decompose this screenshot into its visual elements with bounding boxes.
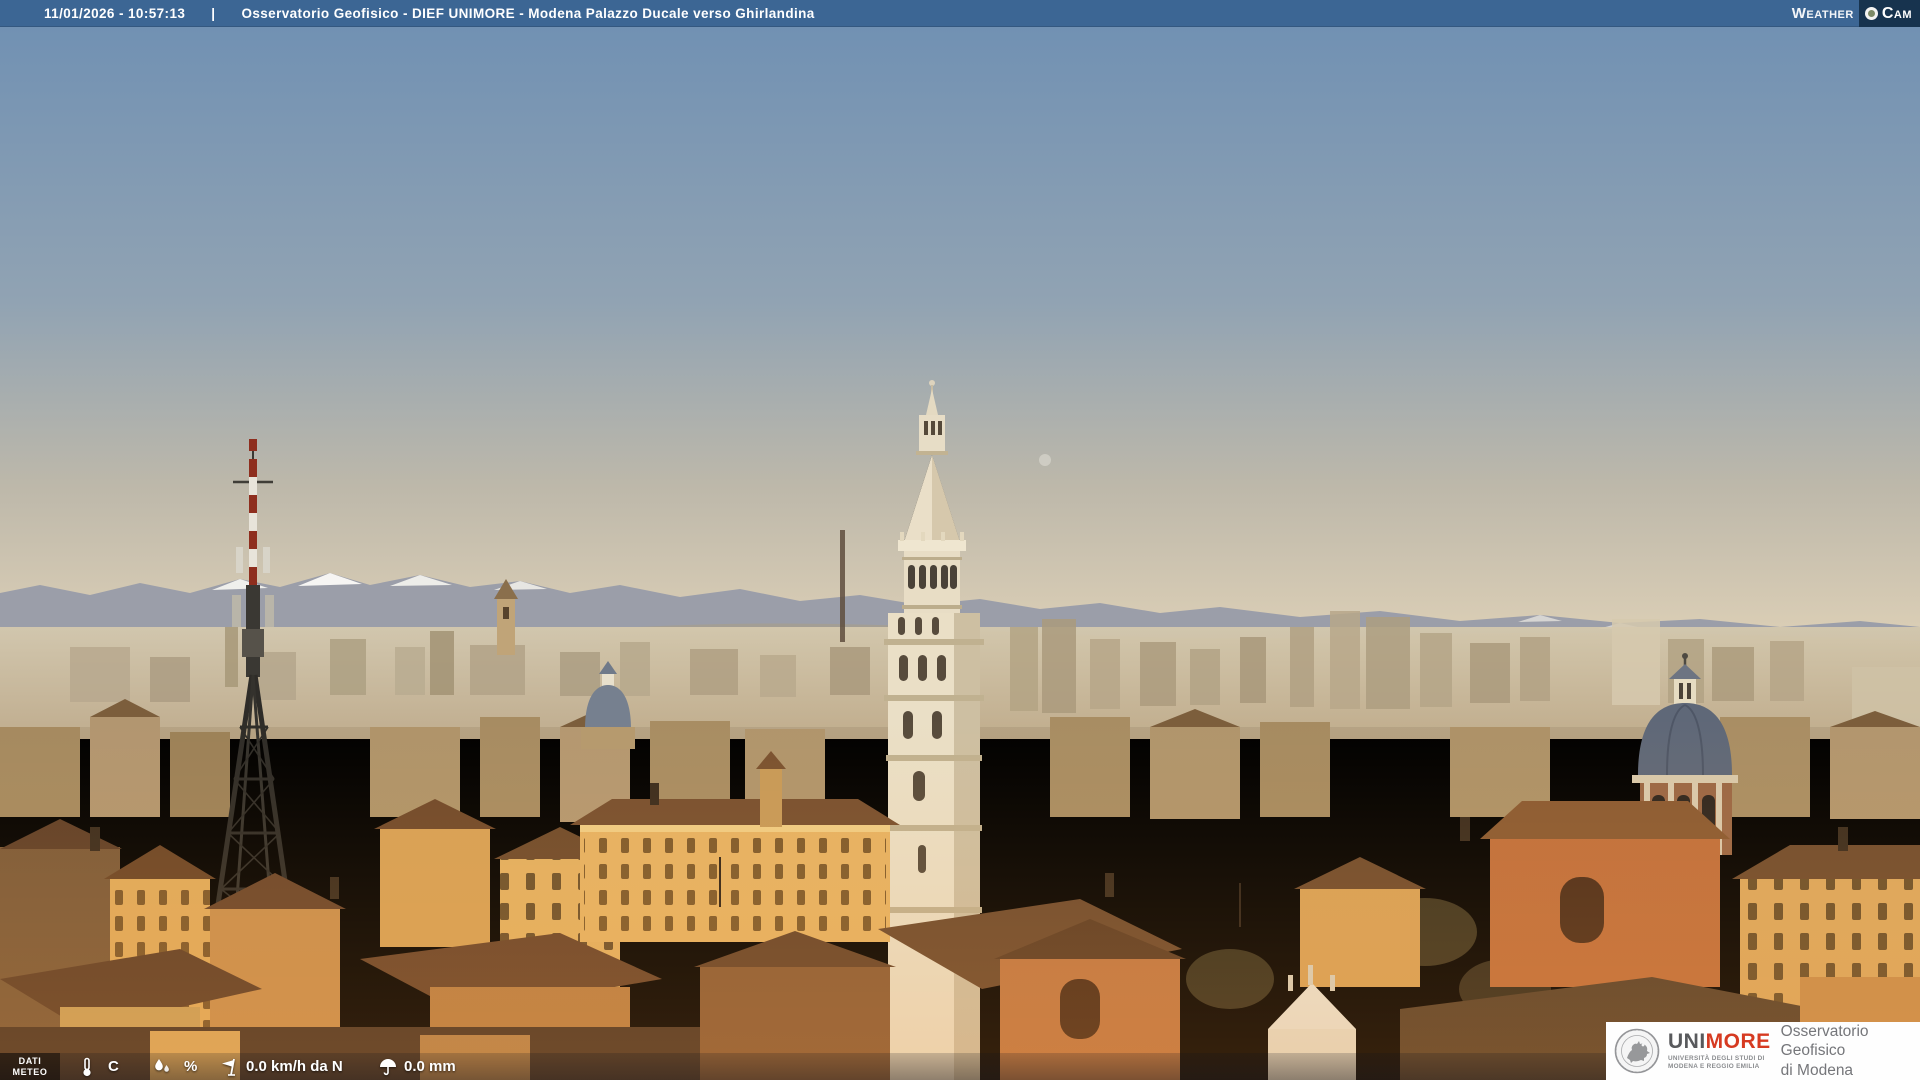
crescent-moon — [1039, 454, 1051, 466]
thermometer-icon — [83, 1057, 91, 1076]
weathercam-logo-cam-box: Cam — [1858, 0, 1920, 27]
unimore-crest-icon — [1614, 1028, 1660, 1074]
dati-meteo-label: DATI METEO — [0, 1053, 60, 1080]
weathercam-logo-cam: Cam — [1881, 4, 1912, 22]
humidity-unit: % — [184, 1058, 198, 1075]
umbrella-icon — [380, 1058, 396, 1075]
unimore-logo-box[interactable]: UNIMORE UNIVERSITÀ DEGLI STUDI DI MODENA… — [1606, 1022, 1920, 1080]
observatory-name: Osservatorio Geofisico di Modena — [1780, 1022, 1869, 1079]
modena-panorama — [0, 27, 1920, 1080]
weathercam-logo[interactable]: Weather Cam — [1792, 0, 1920, 27]
rain-reading: 0.0 mm — [378, 1053, 456, 1080]
camera-lens-icon — [1864, 7, 1878, 20]
humidity-drops-icon — [155, 1058, 169, 1072]
wind-value: 0.0 km/h da N — [246, 1058, 343, 1075]
unimore-wordmark-uni: UNI — [1668, 1030, 1706, 1053]
humidity-reading: % — [152, 1053, 197, 1080]
temperature-reading: C — [78, 1053, 119, 1080]
top-info-bar: 11/01/2026 - 10:57:13 | Osservatorio Geo… — [0, 0, 1920, 27]
webcam-photo — [0, 27, 1920, 1080]
temperature-unit: C — [108, 1058, 119, 1075]
wind-reading: 0.0 km/h da N — [218, 1053, 343, 1080]
separator: | — [211, 5, 216, 21]
timestamp: 11/01/2026 - 10:57:13 — [44, 5, 186, 21]
university-name-line1: UNIVERSITÀ DEGLI STUDI DI — [1668, 1055, 1765, 1062]
rain-value: 0.0 mm — [404, 1058, 456, 1075]
unimore-wordmark-more: MORE — [1705, 1030, 1771, 1053]
wind-flag-icon — [222, 1058, 235, 1076]
page-title: Osservatorio Geofisico - DIEF UNIMORE - … — [241, 5, 815, 21]
university-name-line2: MODENA E REGGIO EMILIA — [1668, 1063, 1760, 1070]
unimore-wordmark: UNIMORE UNIVERSITÀ DEGLI STUDI DI MODENA… — [1668, 1031, 1771, 1071]
webcam-page: 11/01/2026 - 10:57:13 | Osservatorio Geo… — [0, 0, 1920, 1080]
weathercam-logo-weather: Weather — [1791, 5, 1854, 22]
